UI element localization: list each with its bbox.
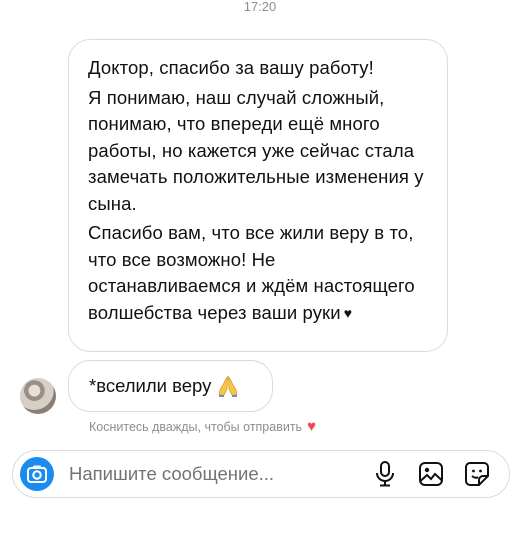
message-bubble[interactable]: Доктор, спасибо за вашу работу! Я понима… <box>68 39 448 352</box>
avatar[interactable] <box>20 378 56 414</box>
message-input[interactable]: Напишите сообщение... <box>69 463 372 485</box>
black-heart-icon: ♥ <box>343 304 353 321</box>
camera-icon <box>27 465 47 483</box>
message-line: Спасибо вам, что все жили веру в то, что… <box>88 220 429 326</box>
hint-text: Коснитесь дважды, чтобы отправить <box>89 419 303 434</box>
microphone-icon <box>376 461 394 487</box>
camera-button[interactable] <box>20 457 54 491</box>
red-heart-icon[interactable]: ♥ <box>307 418 316 435</box>
message-composer[interactable]: Напишите сообщение... <box>12 450 510 498</box>
gallery-icon <box>419 462 443 486</box>
message-text: Спасибо вам, что все жили веру в то, что… <box>88 222 415 323</box>
message-line: Доктор, спасибо за вашу работу! <box>88 57 374 78</box>
sticker-icon <box>465 462 489 486</box>
sticker-button[interactable] <box>464 461 490 487</box>
folded-hands-icon <box>217 375 239 397</box>
reply-text: *вселили веру <box>89 375 212 396</box>
gallery-button[interactable] <box>418 461 444 487</box>
microphone-button[interactable] <box>372 461 398 487</box>
message-timestamp: 17:20 <box>243 0 277 14</box>
reply-bubble[interactable]: *вселили веру <box>68 360 273 412</box>
double-tap-hint[interactable]: Коснитесь дважды, чтобы отправить ♥ <box>89 418 316 435</box>
message-line: Я понимаю, наш случай сложный, понимаю, … <box>88 86 424 214</box>
